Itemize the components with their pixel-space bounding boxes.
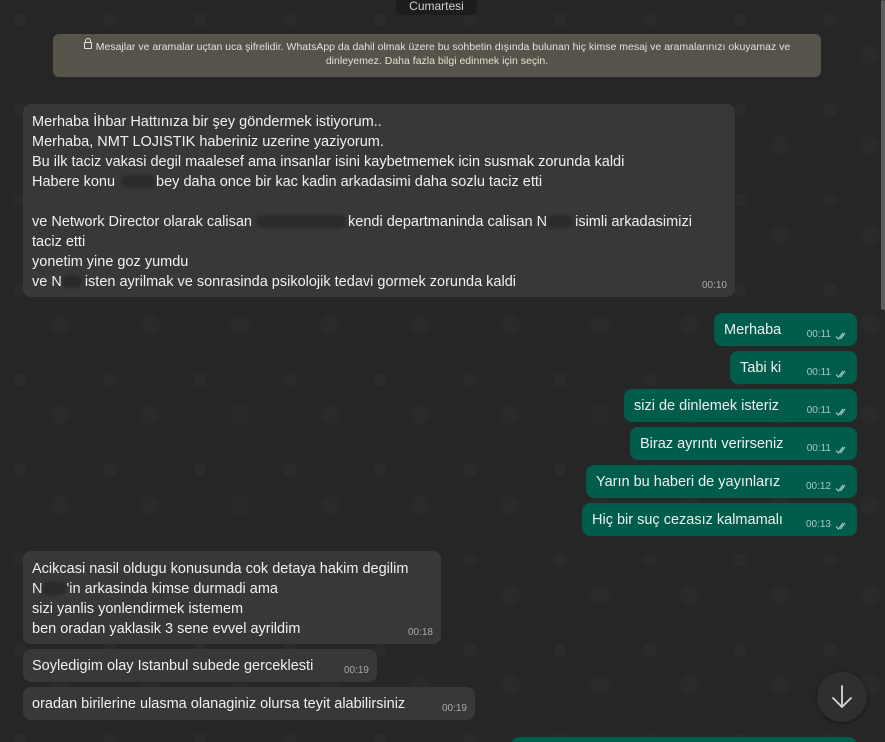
message-text: Biraz ayrıntı verirseniz <box>640 436 784 452</box>
date-chip: Cumartesi <box>396 0 477 15</box>
message-line: sizi yanlis yonlendirmek istemem <box>32 601 244 617</box>
outgoing-message[interactable]: Biraz ayrıntı verirseniz 00:11 <box>630 427 857 460</box>
message-text: Yarın bu haberi de yayınlarız <box>596 474 781 490</box>
message-text: ve Network Director olarak calisan <box>32 214 252 230</box>
message-text: ve N <box>32 274 62 290</box>
redaction-mark <box>61 275 82 288</box>
message-text: sizi de dinlemek isteriz <box>634 398 780 414</box>
message-text: Habere konu <box>32 174 116 190</box>
double-check-icon <box>835 522 846 530</box>
arrow-down-icon <box>832 685 852 709</box>
encryption-notice[interactable]: Mesajlar ve aramalar uçtan uca şifrelidi… <box>53 34 821 77</box>
message-time: 00:11 <box>806 405 831 416</box>
message-line: ve Network Director olarak calisan kendi … <box>32 212 726 232</box>
message-line: N 'in arkasinda kimse durmadi ama <box>32 579 432 599</box>
scroll-to-bottom-button[interactable] <box>817 672 867 722</box>
message-text: isimli arkadasimizi <box>575 214 692 230</box>
double-check-icon <box>835 484 846 492</box>
double-check-icon <box>835 332 846 340</box>
message-text: Merhaba <box>724 322 782 338</box>
message-text: bey daha once bir kac kadin arkadasimi d… <box>156 174 543 190</box>
double-check-icon <box>835 408 846 416</box>
message-line: Habere konu bey daha once bir kac kadin a… <box>32 172 726 192</box>
message-text: Tabi ki <box>740 360 782 376</box>
message-line: Merhaba, NMT LOJISTIK haberiniz uzerine … <box>32 134 384 150</box>
outgoing-message[interactable]: Yarın bu haberi de yayınlarız 00:12 <box>586 465 857 498</box>
message-text: Soyledigim olay Istanbul subede gercekle… <box>32 658 314 674</box>
incoming-message[interactable]: Soyledigim olay Istanbul subede gercekle… <box>23 649 377 682</box>
message-time: 00:11 <box>806 443 831 454</box>
message-text: Hiç bir suç cezasız kalmamalı <box>592 512 783 528</box>
message-time: 00:11 <box>806 367 831 378</box>
outgoing-message[interactable] <box>511 737 857 742</box>
message-time: 00:18 <box>407 627 433 638</box>
message-time: 00:19 <box>441 703 467 714</box>
outgoing-message[interactable]: Tabi ki 00:11 <box>730 351 857 384</box>
redaction-mark <box>547 215 574 228</box>
scrollbar[interactable] <box>881 0 885 310</box>
incoming-message[interactable]: oradan birilerine ulasma olanaginiz olur… <box>23 687 475 720</box>
message-time: 00:11 <box>806 329 831 340</box>
redaction-mark <box>121 175 156 188</box>
message-text: isten ayrilmak ve sonrasinda psikolojik … <box>84 274 517 290</box>
redaction-mark <box>42 582 67 595</box>
double-check-icon <box>835 446 846 454</box>
message-text: N <box>32 581 43 597</box>
message-time: 00:10 <box>701 280 727 291</box>
double-check-icon <box>835 370 846 378</box>
message-line: ben oradan yaklasik 3 sene evvel ayrildi… <box>32 621 301 637</box>
chat-panel: Cumartesi Mesajlar ve aramalar uçtan uca… <box>0 0 885 742</box>
message-line: Bu ilk taciz vakasi degil maalesef ama i… <box>32 154 625 170</box>
message-line: Merhaba İhbar Hattınıza bir şey gönderme… <box>32 114 382 130</box>
message-time: 00:12 <box>805 481 831 492</box>
lock-icon <box>83 38 92 49</box>
redaction-mark <box>256 215 346 228</box>
message-line: Acikcasi nasil oldugu konusunda cok deta… <box>32 561 409 577</box>
message-line: ve N isten ayrilmak ve sonrasinda psikolo… <box>32 272 726 292</box>
incoming-message[interactable]: Acikcasi nasil oldugu konusunda cok deta… <box>23 551 441 644</box>
message-text: 'in arkasinda kimse durmadi ama <box>66 581 278 597</box>
message-line: yonetim yine goz yumdu <box>32 254 189 270</box>
message-time: 00:19 <box>343 665 369 676</box>
message-line: taciz etti <box>32 234 86 250</box>
outgoing-message[interactable]: Merhaba 00:11 <box>714 313 857 346</box>
outgoing-message[interactable]: Hiç bir suç cezasız kalmamalı 00:13 <box>582 503 857 536</box>
message-text: kendi departmaninda calisan N <box>348 214 548 230</box>
outgoing-message[interactable]: sizi de dinlemek isteriz 00:11 <box>624 389 857 422</box>
message-text: oradan birilerine ulasma olanaginiz olur… <box>32 696 406 712</box>
incoming-message[interactable]: Merhaba İhbar Hattınıza bir şey gönderme… <box>23 104 735 297</box>
message-time: 00:13 <box>805 519 831 530</box>
encryption-notice-text: Mesajlar ve aramalar uçtan uca şifrelidi… <box>95 41 791 67</box>
